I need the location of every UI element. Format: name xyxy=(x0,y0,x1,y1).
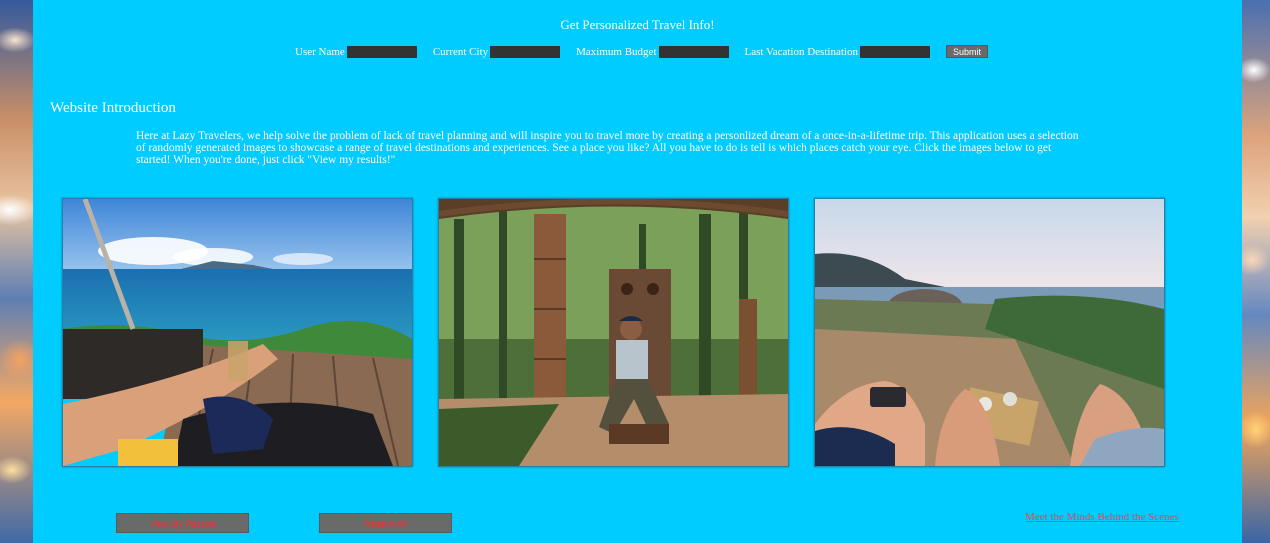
gallery-image-seaside-deck[interactable] xyxy=(62,198,413,467)
current-city-label: Current City xyxy=(432,45,489,58)
last-vacation-label: Last Vacation Destination xyxy=(744,45,858,58)
main-panel: Get Personalized Travel Info! User Name … xyxy=(33,0,1242,543)
maximum-budget-label: Maximum Budget xyxy=(576,45,657,58)
submit-button[interactable]: Submit xyxy=(945,45,988,58)
reset-all-button[interactable]: Reset it All xyxy=(319,513,452,533)
forest-wood-carving-photo xyxy=(439,199,788,466)
seaside-deck-photo xyxy=(63,199,412,466)
view-my-results-button[interactable]: View My Results xyxy=(116,513,249,533)
last-vacation-input[interactable] xyxy=(859,45,930,58)
meet-the-minds-link[interactable]: Meet the Minds Behind the Scenes xyxy=(1025,511,1179,523)
user-name-input[interactable] xyxy=(346,45,417,58)
current-city-field: Current City xyxy=(432,45,561,58)
user-name-label: User Name xyxy=(295,45,345,58)
maximum-budget-input[interactable] xyxy=(658,45,729,58)
coastal-hillside-photo xyxy=(815,199,1164,466)
last-vacation-field: Last Vacation Destination xyxy=(744,45,930,58)
gallery-image-coastal-hillside[interactable] xyxy=(814,198,1165,467)
maximum-budget-field: Maximum Budget xyxy=(576,45,729,58)
intro-heading: Website Introduction xyxy=(50,100,176,116)
gallery-image-forest-carving[interactable] xyxy=(438,198,789,467)
travel-info-title: Get Personalized Travel Info! xyxy=(560,17,715,32)
current-city-input[interactable] xyxy=(490,45,561,58)
user-name-field: User Name xyxy=(295,45,417,58)
background-right-sky xyxy=(1240,0,1270,543)
travel-info-form: User Name Current City Maximum Budget La… xyxy=(33,45,1242,58)
intro-text: Here at Lazy Travelers, we help solve th… xyxy=(136,130,1079,166)
